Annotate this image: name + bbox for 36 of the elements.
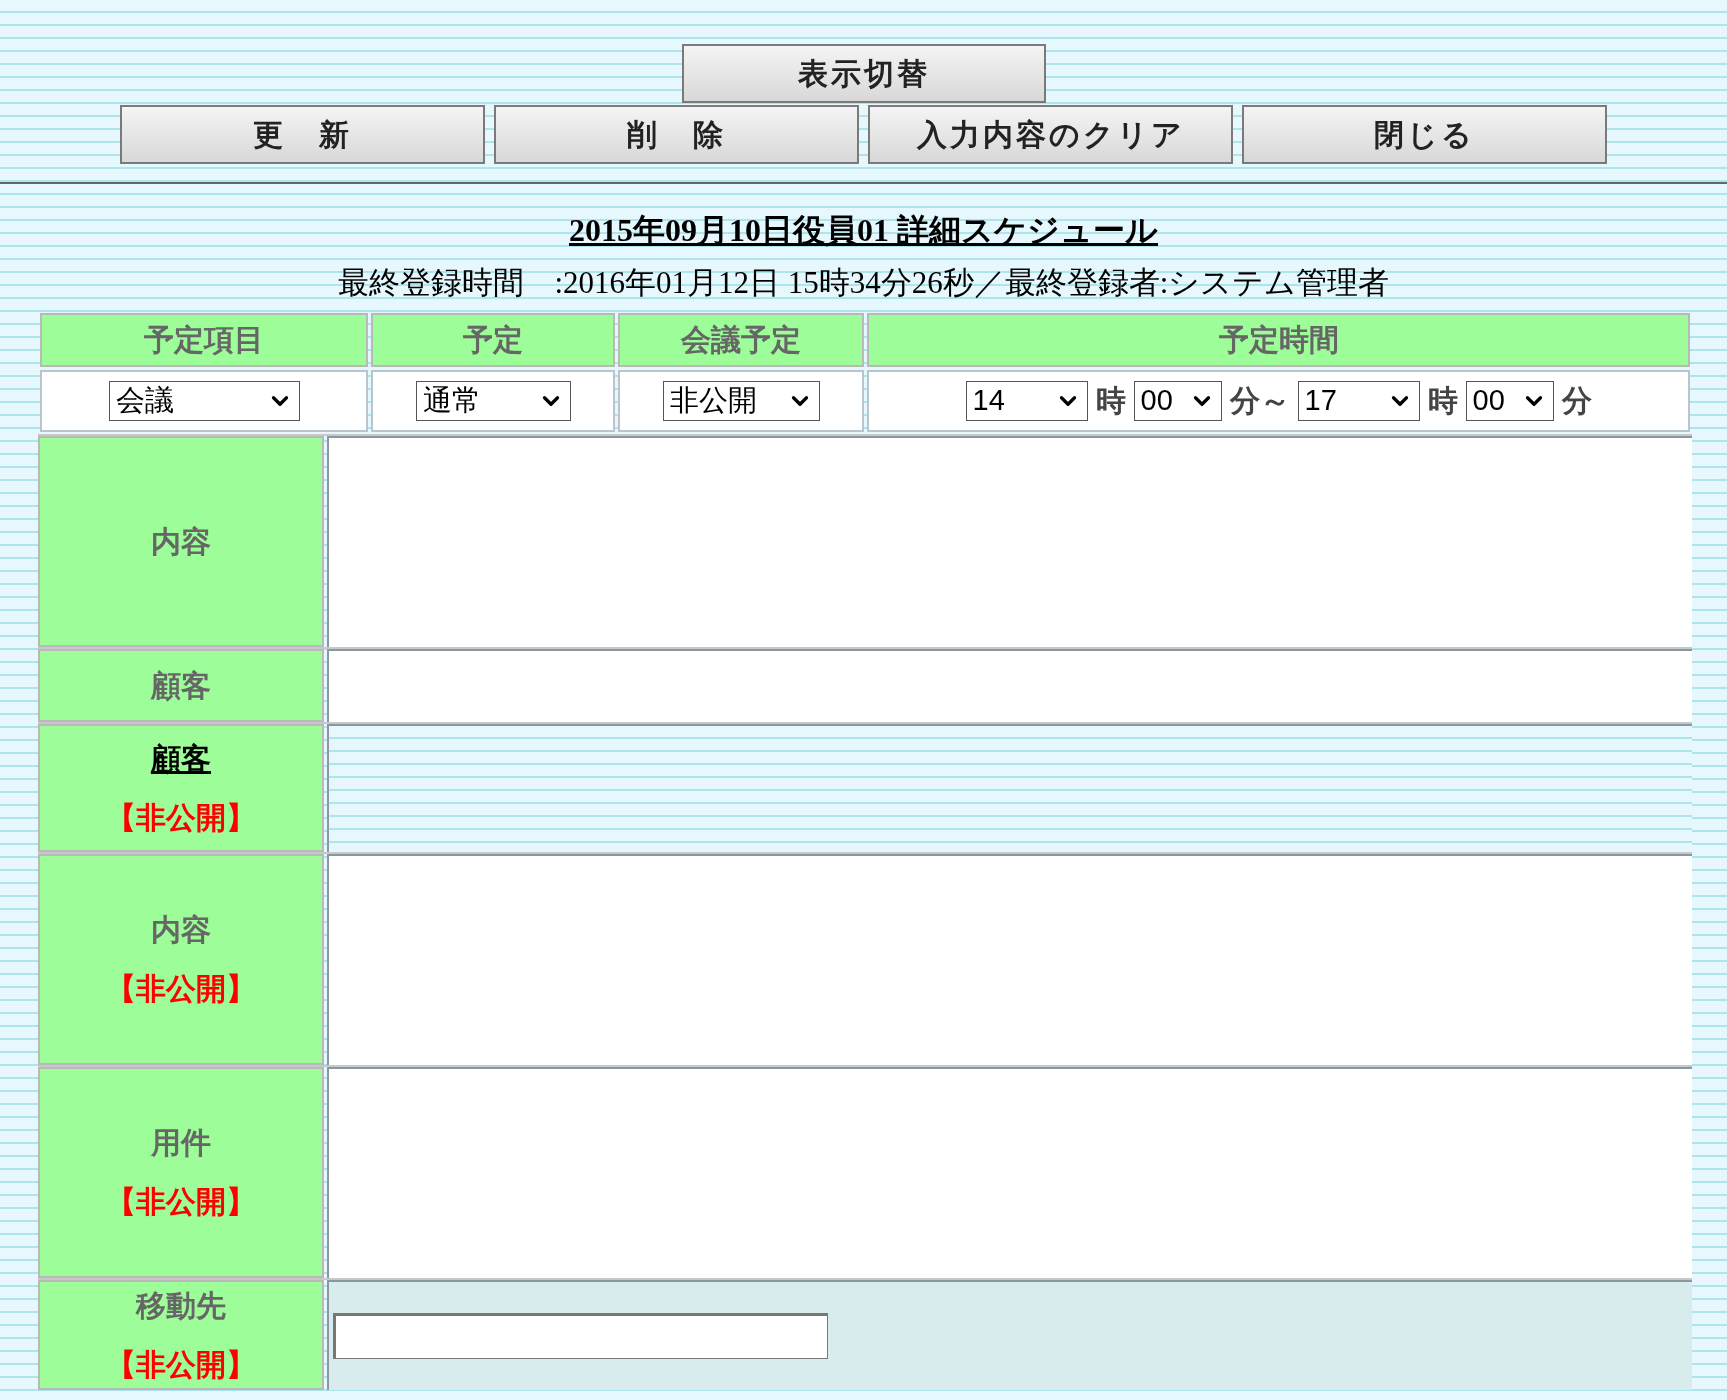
dropdown[interactable]: 00 (1133, 380, 1222, 421)
field-label: 顧客 (151, 667, 211, 704)
field-label: 移動先 (136, 1287, 226, 1324)
field-label: 内容 (151, 523, 211, 560)
dropdown[interactable]: 00 (1465, 380, 1554, 421)
header-cell: 予定 (371, 312, 615, 367)
text-input[interactable] (333, 1312, 828, 1359)
toolbar-button[interactable]: 削 除 (494, 105, 859, 164)
page-title: 2015年09月10日役員01 詳細スケジュール (569, 211, 1158, 250)
toolbar-button[interactable]: 入力内容のクリア (868, 105, 1233, 164)
dropdown[interactable]: 通常 (415, 380, 571, 421)
header-cell: 会議予定 (618, 312, 864, 367)
header-cell: 予定時間 (867, 312, 1690, 367)
field-label: 内容 (151, 912, 211, 948)
field-label: 用件 (151, 1125, 211, 1161)
dropdown[interactable]: 非公開 (662, 380, 820, 421)
text-area[interactable] (327, 853, 1692, 1065)
header-cell: 予定項目 (40, 312, 368, 367)
toolbar-button[interactable]: 更 新 (120, 105, 485, 164)
dropdown[interactable]: 17 (1297, 380, 1420, 421)
dropdown[interactable]: 会議 (108, 380, 300, 421)
time-unit: 時 (1427, 383, 1458, 419)
private-tag: 【非公開】 (106, 966, 256, 1011)
private-tag: 【非公開】 (106, 1179, 256, 1224)
time-unit: 時 (1095, 383, 1126, 419)
text-input[interactable] (327, 648, 1692, 722)
text-area[interactable] (327, 1066, 1692, 1278)
toolbar-button[interactable]: 閉じる (1242, 105, 1607, 164)
dropdown[interactable]: 14 (965, 380, 1088, 421)
last-updated-text: 最終登録時間 :2016年01月12日 15時34分26秒／最終登録者:システム管理者 (337, 264, 1390, 302)
time-unit: 分 (1561, 383, 1592, 419)
private-tag: 【非公開】 (106, 1341, 256, 1387)
toolbar-button[interactable]: 表示切替 (681, 44, 1046, 103)
customer-link[interactable]: 顧客 (151, 735, 211, 781)
time-unit: 分～ (1229, 383, 1290, 419)
private-tag: 【非公開】 (106, 794, 256, 840)
